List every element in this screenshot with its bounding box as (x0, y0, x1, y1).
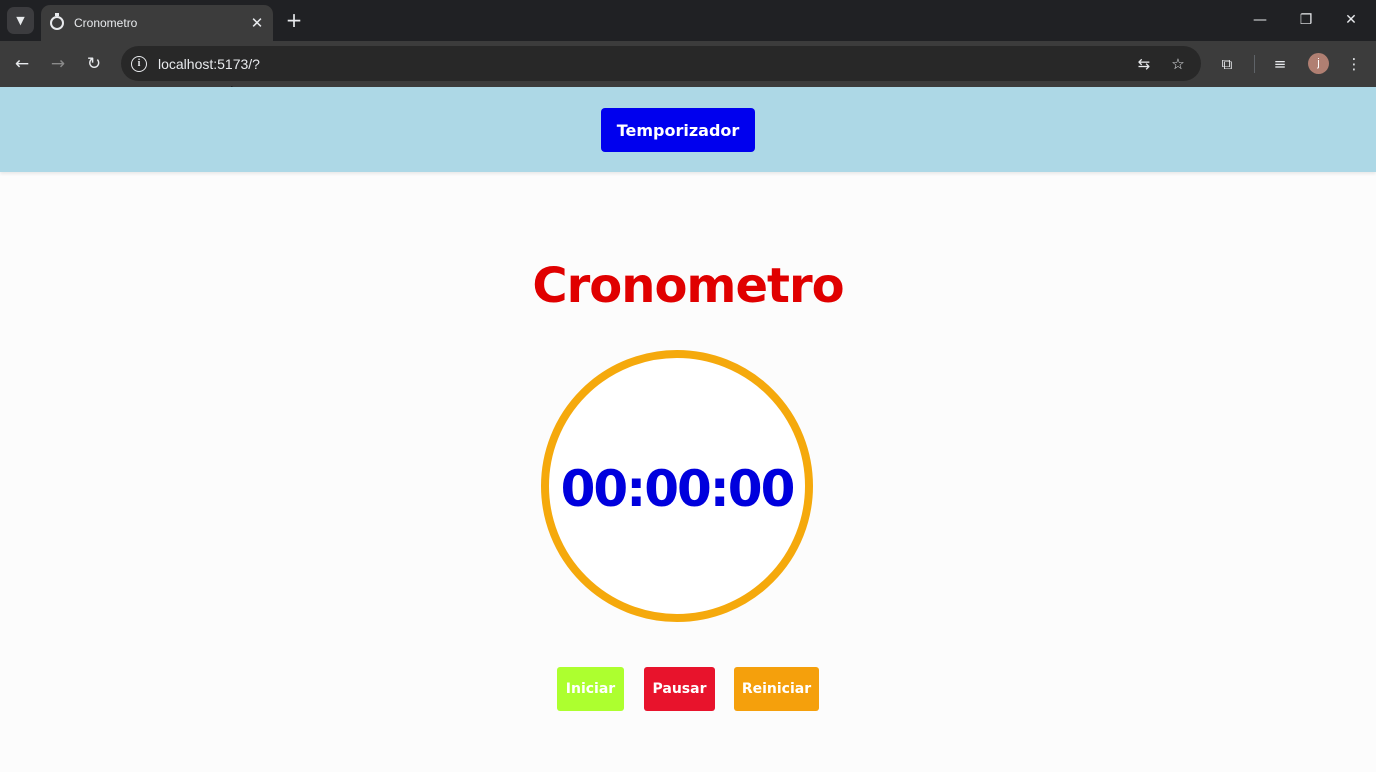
browser-toolbar: ← → ↻ i localhost:5173/? ⇆ ☆ ⧉ ≡ j ⋮ (0, 41, 1376, 87)
app-header: Temporizador (0, 87, 1376, 172)
chevron-down-icon[interactable]: ▼ (7, 7, 34, 34)
pause-button[interactable]: Pausar (644, 667, 715, 711)
avatar[interactable]: j (1308, 53, 1329, 74)
browser-tabstrip: ▼ Cronometro ✕ + — ❐ ✕ (0, 0, 1376, 41)
stopwatch-ring: 00:00:00 (541, 350, 813, 622)
address-text[interactable]: localhost:5173/? (158, 56, 1133, 72)
toolbar-divider (1254, 55, 1255, 73)
window-close-icon[interactable]: ✕ (1336, 8, 1366, 32)
tab-title: Cronometro (74, 16, 138, 30)
start-button[interactable]: Iniciar (557, 667, 624, 711)
arrow-left-icon[interactable]: ← (10, 52, 34, 76)
address-bar[interactable]: i localhost:5173/? ⇆ ☆ (121, 46, 1201, 81)
star-icon[interactable]: ☆ (1167, 55, 1189, 73)
restore-icon[interactable]: ❐ (1291, 8, 1321, 32)
time-display: 00:00:00 (560, 460, 796, 518)
info-icon[interactable]: i (131, 55, 147, 72)
media-queue-icon[interactable]: ≡ (1268, 52, 1292, 76)
translate-icon[interactable]: ⇆ (1133, 55, 1155, 73)
arrow-right-icon[interactable]: → (46, 52, 70, 76)
reload-icon[interactable]: ↻ (82, 52, 106, 76)
browser-tab[interactable]: Cronometro ✕ (41, 5, 273, 41)
more-vert-icon[interactable]: ⋮ (1342, 52, 1366, 76)
minimize-icon[interactable]: — (1245, 8, 1275, 32)
page-title: Cronometro (532, 258, 844, 314)
temporizador-button[interactable]: Temporizador (601, 108, 755, 152)
stopwatch-icon (50, 13, 64, 30)
puzzle-icon[interactable]: ⧉ (1215, 52, 1239, 76)
plus-icon[interactable]: + (283, 9, 305, 31)
close-icon[interactable]: ✕ (246, 14, 268, 32)
reset-button[interactable]: Reiniciar (734, 667, 819, 711)
